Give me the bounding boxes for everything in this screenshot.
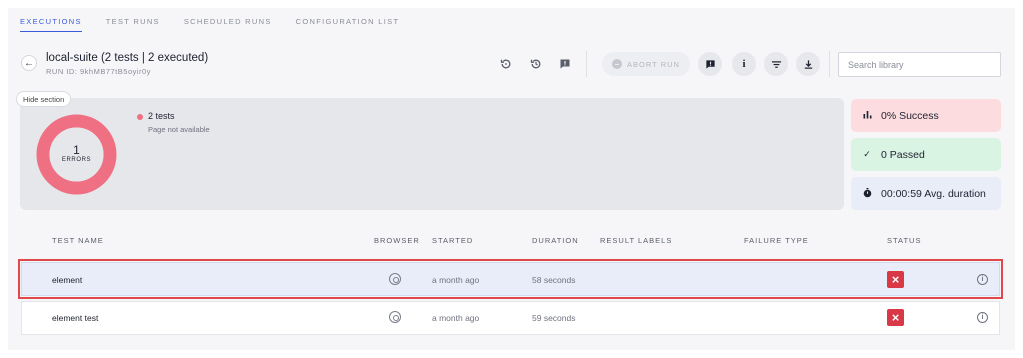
duration-cell: 58 seconds bbox=[532, 275, 576, 285]
success-stat-card: 0% Success bbox=[851, 99, 1001, 132]
duration-stat-label: 00:00:59 Avg. duration bbox=[881, 187, 986, 200]
download-button[interactable] bbox=[796, 52, 820, 76]
column-header-result-labels[interactable]: RESULT LABELS bbox=[600, 236, 672, 245]
tab-configuration-list[interactable]: CONFIGURATION LIST bbox=[296, 17, 400, 32]
duration-cell: 59 seconds bbox=[532, 313, 576, 323]
column-header-test-name[interactable]: TEST NAME bbox=[52, 236, 104, 245]
check-icon: ✓ bbox=[863, 149, 871, 159]
passed-stat-label: 0 Passed bbox=[881, 148, 925, 161]
test-name-cell[interactable]: element test bbox=[52, 313, 98, 323]
run-id: RUN ID: 9khMB77tB5oyir0y bbox=[46, 67, 151, 76]
info-icon[interactable]: i bbox=[977, 274, 988, 285]
column-header-duration[interactable]: DURATION bbox=[532, 236, 579, 245]
started-cell: a month ago bbox=[432, 275, 480, 285]
summary-section bbox=[20, 98, 844, 210]
started-cell: a month ago bbox=[432, 313, 480, 323]
run-title: local-suite (2 tests | 2 executed) bbox=[46, 52, 209, 64]
info-icon[interactable]: i bbox=[977, 312, 988, 323]
stop-icon bbox=[612, 59, 623, 69]
chrome-icon bbox=[389, 273, 401, 285]
donut-label: ERRORS bbox=[61, 157, 92, 163]
tab-executions[interactable]: EXECUTIONS bbox=[20, 17, 82, 32]
chrome-icon bbox=[389, 311, 401, 323]
duration-stat-card: 00:00:59 Avg. duration bbox=[851, 177, 1001, 210]
test-name-cell[interactable]: element bbox=[52, 275, 82, 285]
abort-run-button[interactable]: ABORT RUN bbox=[602, 52, 690, 76]
info-button[interactable]: i bbox=[732, 52, 756, 76]
filter-icon bbox=[771, 60, 781, 68]
feedback-button[interactable] bbox=[698, 52, 722, 76]
download-icon bbox=[804, 59, 812, 69]
column-header-browser[interactable]: BROWSER bbox=[374, 236, 420, 245]
bar-chart-icon bbox=[862, 110, 872, 121]
column-header-started[interactable]: STARTED bbox=[432, 236, 473, 245]
table-row[interactable] bbox=[21, 301, 1000, 335]
legend-dot bbox=[137, 114, 143, 120]
hide-section-button[interactable]: Hide section bbox=[16, 91, 72, 107]
divider bbox=[586, 51, 587, 77]
divider bbox=[829, 51, 830, 77]
filter-button[interactable] bbox=[764, 52, 788, 76]
column-header-failure-type[interactable]: FAILURE TYPE bbox=[744, 236, 809, 245]
history-icon[interactable] bbox=[529, 57, 543, 71]
tab-test-runs[interactable]: TEST RUNS bbox=[106, 17, 160, 32]
legend-sublabel: Page not available bbox=[148, 125, 210, 134]
donut-value: 1 bbox=[73, 143, 80, 157]
feedback-icon bbox=[705, 59, 715, 69]
timer-icon bbox=[862, 187, 872, 200]
rerun-icon[interactable] bbox=[499, 57, 513, 71]
legend-label: 2 tests bbox=[148, 111, 175, 121]
back-arrow-icon[interactable]: ← bbox=[21, 55, 37, 71]
table-row[interactable] bbox=[21, 262, 1000, 296]
search-input[interactable] bbox=[838, 52, 1001, 77]
passed-stat-card: ✓ 0 Passed bbox=[851, 138, 1001, 171]
tab-bar: EXECUTIONS TEST RUNS SCHEDULED RUNS CONF… bbox=[20, 17, 399, 32]
tab-scheduled-runs[interactable]: SCHEDULED RUNS bbox=[184, 17, 272, 32]
abort-run-label: ABORT RUN bbox=[627, 59, 680, 69]
comment-icon[interactable] bbox=[558, 57, 572, 71]
success-stat-label: 0% Success bbox=[881, 109, 939, 122]
failed-status-icon[interactable]: × bbox=[887, 271, 904, 288]
column-header-status[interactable]: STATUS bbox=[887, 236, 921, 245]
failed-status-icon[interactable]: × bbox=[887, 309, 904, 326]
